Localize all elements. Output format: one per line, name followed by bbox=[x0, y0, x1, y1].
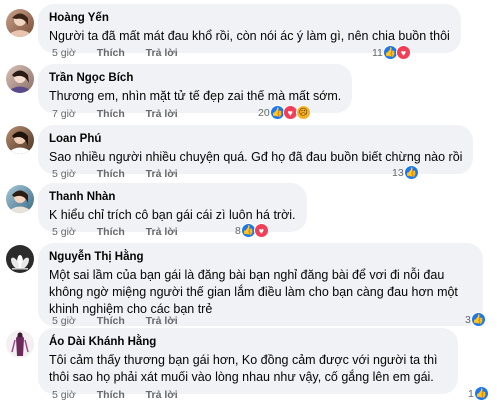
reply-button[interactable]: Trả lời bbox=[146, 168, 178, 180]
reaction-summary[interactable]: 20 👍 ♥ ☹ bbox=[258, 105, 311, 120]
reply-button[interactable]: Trả lời bbox=[146, 226, 178, 238]
comment-time[interactable]: 5 giờ bbox=[52, 226, 76, 238]
comment-text: Một sai lầm của bạn gái là đăng bài bạn … bbox=[49, 268, 458, 316]
comment-actions: 5 giờ Thích Trả lời bbox=[52, 315, 196, 327]
comment-author[interactable]: Hoàng Yến bbox=[49, 11, 450, 26]
avatar-photo-icon bbox=[6, 13, 34, 37]
avatar-photo-icon bbox=[6, 131, 34, 154]
reply-button[interactable]: Trả lời bbox=[146, 389, 178, 401]
reply-button[interactable]: Trả lời bbox=[146, 108, 178, 120]
reaction-count: 13 bbox=[392, 166, 404, 179]
reaction-summary[interactable]: 1 👍 bbox=[468, 386, 489, 401]
comment-text: Tôi cảm thấy thương bạn gái hơn, Ko đồng… bbox=[49, 353, 438, 384]
reply-button[interactable]: Trả lời bbox=[146, 315, 178, 327]
comment-text: K hiểu chỉ trích cô bạn gái cái zì luôn … bbox=[49, 208, 296, 222]
comment-actions: 5 giờ Thích Trả lời bbox=[52, 389, 196, 401]
comment-author[interactable]: Áo Dài Khánh Hằng bbox=[49, 335, 447, 350]
ao-dai-logo-icon bbox=[11, 332, 29, 356]
like-icon: 👍 bbox=[473, 386, 489, 401]
like-button[interactable]: Thích bbox=[97, 47, 125, 59]
comment-actions: 5 giờ Thích Trả lời bbox=[52, 226, 196, 238]
avatar[interactable] bbox=[6, 65, 34, 93]
reply-button[interactable]: Trả lời bbox=[146, 47, 178, 59]
comment-text: Thương em, nhìn mặt tử tế đẹp zai thế mà… bbox=[49, 89, 342, 103]
love-icon: ♥ bbox=[395, 45, 411, 60]
avatar-photo-icon bbox=[6, 70, 34, 93]
love-icon: ♥ bbox=[253, 223, 269, 238]
avatar-photo-icon bbox=[6, 190, 34, 213]
comment-author[interactable]: Loan Phú bbox=[49, 132, 462, 147]
reaction-summary[interactable]: 3 👍 bbox=[465, 312, 486, 327]
reaction-count: 20 bbox=[258, 106, 270, 119]
like-button[interactable]: Thích bbox=[97, 389, 125, 401]
reaction-count: 11 bbox=[372, 46, 383, 59]
avatar[interactable] bbox=[6, 9, 34, 37]
comment-author[interactable]: Trần Ngọc Bích bbox=[49, 71, 341, 86]
reaction-count: 1 bbox=[468, 387, 474, 400]
comment-actions: 7 giờ Thích Trả lời bbox=[52, 108, 196, 120]
avatar[interactable] bbox=[6, 185, 34, 213]
comment-bubble: Áo Dài Khánh Hằng Tôi cảm thấy thương bạ… bbox=[38, 328, 458, 394]
comment-time[interactable]: 7 giờ bbox=[52, 108, 76, 120]
reaction-summary[interactable]: 13 👍 bbox=[392, 165, 419, 180]
comment-author[interactable]: Thanh Nhàn bbox=[49, 190, 296, 205]
like-button[interactable]: Thích bbox=[97, 226, 125, 238]
sad-icon: ☹ bbox=[295, 105, 311, 120]
lotus-icon bbox=[11, 255, 29, 270]
comment-text: Người ta đã mất mát đau khổ rồi, còn nói… bbox=[49, 29, 450, 43]
comment-actions: 5 giờ Thích Trả lời bbox=[52, 168, 196, 180]
like-button[interactable]: Thích bbox=[97, 315, 125, 327]
reaction-count: 8 bbox=[235, 224, 241, 237]
like-button[interactable]: Thích bbox=[97, 108, 125, 120]
comment-time[interactable]: 5 giờ bbox=[52, 389, 76, 401]
comment-author[interactable]: Nguyễn Thị Hằng bbox=[49, 250, 472, 265]
like-icon: 👍 bbox=[403, 165, 419, 180]
reaction-summary[interactable]: 8 👍 ♥ bbox=[235, 223, 269, 238]
comment-time[interactable]: 5 giờ bbox=[52, 315, 76, 327]
avatar[interactable] bbox=[6, 245, 34, 273]
reaction-count: 3 bbox=[465, 313, 471, 326]
reaction-summary[interactable]: 11 👍 ♥ bbox=[372, 45, 411, 60]
like-icon: 👍 bbox=[470, 312, 486, 327]
comment-actions: 5 giờ Thích Trả lời bbox=[52, 47, 196, 59]
like-button[interactable]: Thích bbox=[97, 168, 125, 180]
comment-bubble: Nguyễn Thị Hằng Một sai lầm của bạn gái … bbox=[38, 243, 483, 326]
avatar[interactable] bbox=[6, 330, 34, 358]
comment-time[interactable]: 5 giờ bbox=[52, 168, 76, 180]
comment-text: Sao nhiều người nhiều chuyện quá. Gđ họ … bbox=[49, 150, 463, 164]
comment-time[interactable]: 5 giờ bbox=[52, 47, 76, 59]
avatar[interactable] bbox=[6, 126, 34, 154]
